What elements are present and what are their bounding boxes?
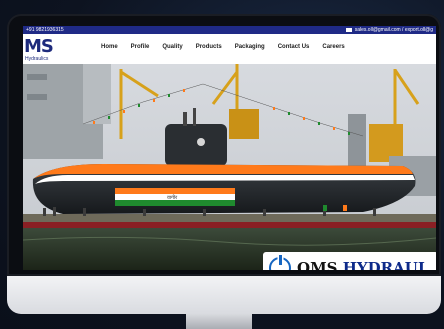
hero-banner: वागीर OMS HYDRAUL [23, 64, 436, 270]
monitor: +91 9821936315 sales.oll@gmail.com / exp… [7, 14, 441, 314]
website-screen: +91 9821936315 sales.oll@gmail.com / exp… [23, 26, 436, 270]
brand-name-first: OMS [297, 259, 338, 270]
nav-careers[interactable]: Careers [322, 44, 344, 50]
nav-packaging[interactable]: Packaging [235, 44, 265, 50]
nav-contact-us[interactable]: Contact Us [278, 44, 310, 50]
phone-number[interactable]: +91 9821936315 [26, 26, 64, 34]
power-icon [269, 255, 291, 270]
svg-text:वागीर: वागीर [167, 194, 178, 201]
nav-profile[interactable]: Profile [131, 44, 150, 50]
navigation-bar: MS Hydraulics Home Profile Quality Produ… [23, 34, 436, 64]
hero-image: वागीर [23, 64, 436, 270]
logo-mark: MS [24, 36, 54, 57]
brand-badge: OMS HYDRAUL [263, 252, 436, 270]
nav-home[interactable]: Home [101, 44, 118, 50]
top-contact-bar: +91 9821936315 sales.oll@gmail.com / exp… [23, 26, 436, 34]
brand-name-second: HYDRAUL [342, 259, 429, 270]
brand-name: OMS HYDRAUL [297, 259, 428, 270]
monitor-stand [186, 314, 252, 329]
monitor-chin [7, 276, 441, 314]
email-text: sales.oll@gmail.com / export.oll@g [354, 27, 433, 33]
email-address[interactable]: sales.oll@gmail.com / export.oll@g [345, 26, 433, 34]
site-logo[interactable]: MS Hydraulics [24, 36, 54, 63]
main-menu: Home Profile Quality Products Packaging … [101, 44, 358, 50]
mail-icon [345, 27, 352, 32]
nav-quality[interactable]: Quality [162, 44, 182, 50]
nav-products[interactable]: Products [196, 44, 222, 50]
